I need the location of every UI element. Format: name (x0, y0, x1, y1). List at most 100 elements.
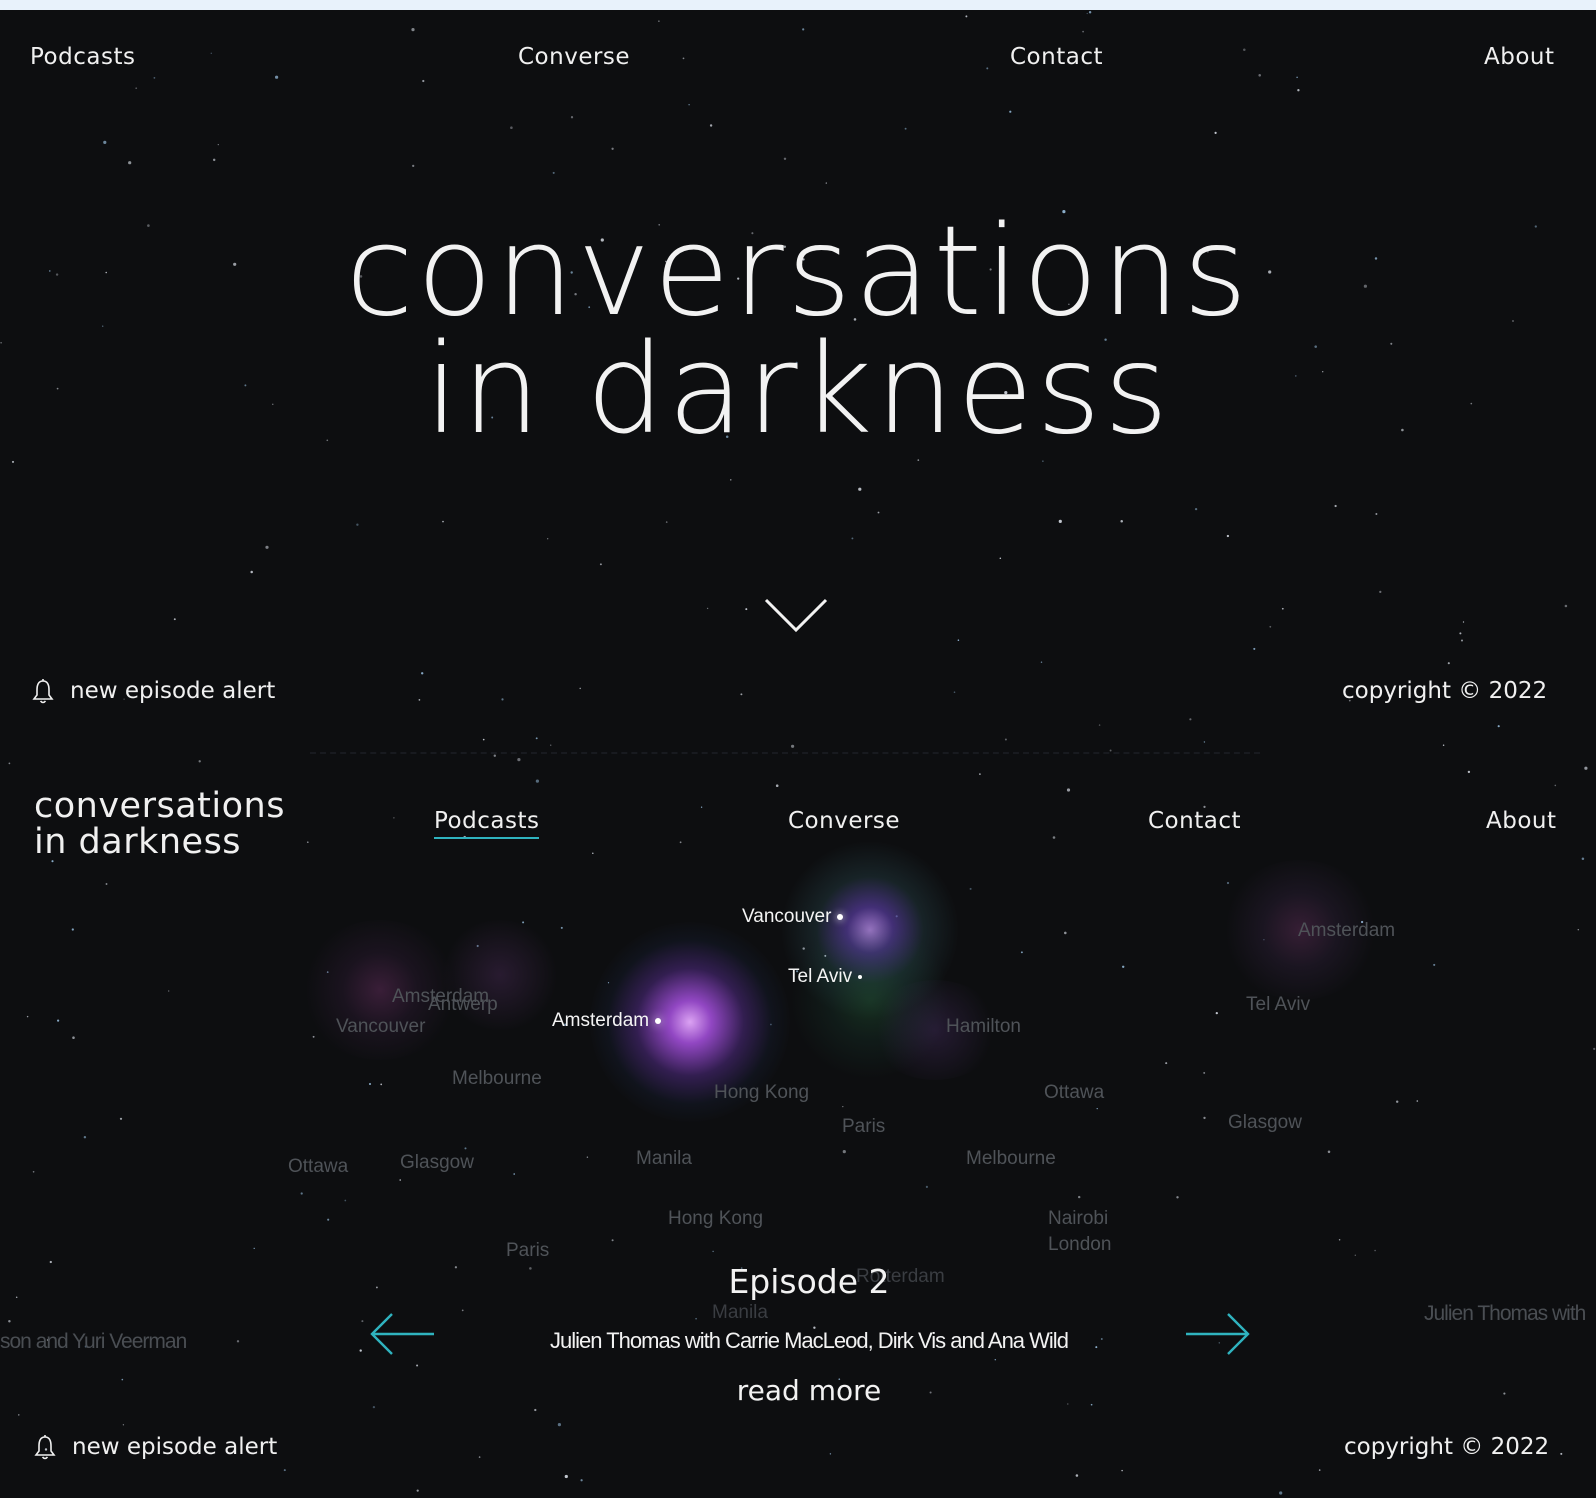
star (1442, 744, 1445, 747)
city-glasgow-left[interactable]: Glasgow (400, 1152, 474, 1174)
star (1226, 534, 1230, 538)
city-paris-mid[interactable]: Paris (842, 1116, 885, 1138)
city-vancouver-left[interactable]: Vancouver (336, 1016, 425, 1038)
star (775, 784, 779, 787)
next-episode-preview[interactable]: Julien Thomas with (1424, 1302, 1586, 1326)
bell-icon[interactable] (32, 678, 54, 704)
star (122, 1424, 125, 1426)
site-logo[interactable]: conversations in darkness (34, 788, 285, 860)
city-nairobi[interactable]: Nairobi (1048, 1208, 1108, 1230)
city-antwerp[interactable]: Antwerp (428, 994, 498, 1016)
nav-podcasts-link[interactable]: Podcasts (30, 44, 135, 70)
star (18, 1414, 20, 1416)
star (1334, 504, 1337, 508)
star (547, 538, 549, 540)
star (564, 1474, 568, 1479)
nav2-converse-link[interactable]: Converse (788, 808, 900, 834)
star (476, 944, 479, 948)
city-hong-kong-low[interactable]: Hong Kong (668, 1208, 763, 1230)
star (1078, 1195, 1081, 1199)
arrow-left-icon[interactable] (368, 1310, 436, 1358)
city-ottawa-left[interactable]: Ottawa (288, 1156, 348, 1178)
episode-subtitle: Julien Thomas with Carrie MacLeod, Dirk … (550, 1328, 1069, 1353)
star (1258, 74, 1261, 77)
star (712, 1250, 714, 1253)
nav2-about-link[interactable]: About (1486, 808, 1557, 834)
star (411, 28, 415, 32)
copyright-text: copyright © 2022 (1342, 678, 1548, 704)
star (679, 841, 682, 844)
chevron-down-icon[interactable] (764, 596, 828, 636)
star (550, 744, 552, 746)
city-vancouver-main[interactable]: Vancouver (742, 906, 849, 928)
nav2-podcasts-link[interactable]: Podcasts (434, 808, 540, 839)
city-melbourne-right[interactable]: Melbourne (966, 1148, 1056, 1170)
star (1082, 30, 1084, 33)
city-tel-aviv-main[interactable]: Tel Aviv (788, 966, 868, 988)
star (1318, 1469, 1321, 1471)
star (1263, 939, 1265, 941)
star (1009, 110, 1012, 113)
city-london[interactable]: London (1048, 1234, 1111, 1256)
star (1215, 1011, 1218, 1015)
arrow-right-icon[interactable] (1184, 1310, 1252, 1358)
star (517, 758, 521, 762)
city-glasgow-far[interactable]: Glasgow (1228, 1112, 1302, 1134)
city-hong-kong-mid[interactable]: Hong Kong (714, 1082, 809, 1104)
star (168, 990, 170, 992)
star (510, 126, 513, 129)
star (135, 87, 138, 90)
star (1052, 836, 1056, 839)
nav-contact-link[interactable]: Contact (1010, 44, 1103, 70)
star (103, 140, 107, 144)
star (1253, 647, 1256, 650)
city-amsterdam-far[interactable]: Amsterdam (1298, 920, 1395, 942)
star (412, 164, 415, 168)
star (611, 147, 614, 150)
star (442, 520, 444, 523)
star (1226, 881, 1230, 885)
city-manila-mid[interactable]: Manila (636, 1148, 692, 1170)
star (979, 773, 981, 775)
city-melbourne-left[interactable]: Melbourne (452, 1068, 542, 1090)
nav-about-link[interactable]: About (1484, 44, 1555, 70)
star (153, 77, 156, 79)
star (1176, 1196, 1179, 1199)
star (105, 883, 108, 885)
star (326, 971, 329, 973)
section-divider (310, 752, 1260, 754)
city-tel-aviv-far[interactable]: Tel Aviv (1246, 994, 1310, 1016)
star (1379, 590, 1382, 594)
star (57, 1019, 60, 1022)
city-paris-low[interactable]: Paris (506, 1240, 549, 1262)
star (1096, 1107, 1098, 1110)
star (709, 124, 713, 127)
star (586, 1156, 589, 1158)
read-more-link[interactable]: read more (0, 1374, 1596, 1407)
star (1584, 766, 1588, 770)
star (1066, 788, 1071, 792)
prev-episode-preview[interactable]: son and Yuri Veerman (0, 1330, 187, 1354)
star (1058, 519, 1062, 524)
bell-icon-2[interactable] (34, 1434, 56, 1460)
new-episode-alert-link[interactable]: new episode alert (70, 678, 275, 704)
star (198, 760, 201, 763)
city-amsterdam-main[interactable]: Amsterdam (552, 1010, 667, 1032)
star (212, 158, 216, 162)
star (173, 618, 176, 621)
star (8, 1319, 11, 1323)
star (1203, 741, 1206, 743)
city-ottawa-right[interactable]: Ottawa (1044, 1082, 1104, 1104)
nav-converse-link[interactable]: Converse (518, 44, 630, 70)
star (1327, 1150, 1331, 1154)
city-manila-low[interactable]: Manila (712, 1302, 768, 1324)
star (1281, 607, 1284, 610)
city-hamilton[interactable]: Hamilton (946, 1016, 1021, 1038)
star (802, 947, 805, 950)
star (1416, 1100, 1419, 1102)
star (368, 1082, 372, 1086)
new-episode-alert-link-2[interactable]: new episode alert (72, 1434, 277, 1460)
star (72, 1036, 75, 1039)
nav2-contact-link[interactable]: Contact (1148, 808, 1241, 834)
star (1447, 662, 1450, 665)
